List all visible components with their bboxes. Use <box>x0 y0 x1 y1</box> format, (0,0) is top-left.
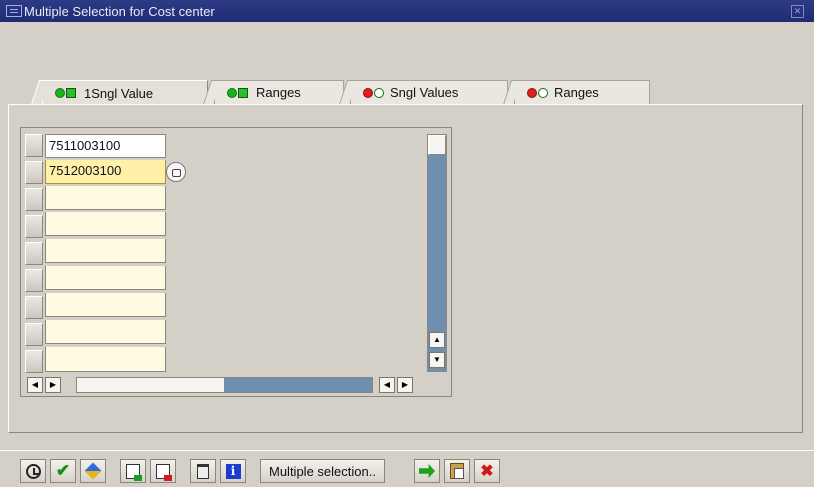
table-cell[interactable] <box>45 347 166 372</box>
delete-all-icon <box>197 463 209 479</box>
tab-exclude-single-values[interactable]: Sngl Values <box>338 80 508 105</box>
row-selector[interactable] <box>25 323 43 346</box>
status-green-icon <box>227 87 237 98</box>
scroll-right-icon[interactable]: ▶ <box>397 377 413 393</box>
delete-all-button[interactable] <box>190 459 216 483</box>
insert-line-icon <box>126 463 142 481</box>
dialog-window: Multiple Selection for Cost center ✕ 1Sn… <box>0 0 814 487</box>
import-icon <box>419 464 435 478</box>
table-cell[interactable] <box>45 293 166 317</box>
cancel-button[interactable]: ✖ <box>474 459 500 483</box>
window-menu-icon[interactable] <box>6 5 22 17</box>
tabstrip: 1Sngl Value Ranges Sngl Values Ranges <box>8 80 803 105</box>
scroll-thumb[interactable] <box>428 135 446 155</box>
row-selector[interactable] <box>25 134 43 157</box>
paste-icon <box>450 463 464 479</box>
insert-line-button[interactable] <box>120 459 146 483</box>
table-cell[interactable] <box>45 266 166 290</box>
paste-button[interactable] <box>444 459 470 483</box>
check-button[interactable]: ✔ <box>50 459 76 483</box>
delete-line-button[interactable] <box>150 459 176 483</box>
scroll-left-icon[interactable]: ◀ <box>379 377 395 393</box>
scroll-down-icon[interactable]: ▼ <box>429 352 445 368</box>
execute-icon <box>25 463 41 479</box>
row-selector[interactable] <box>25 188 43 211</box>
tab-label: Sngl Values <box>390 85 459 100</box>
status-empty-icon <box>538 87 548 98</box>
multiple-selection-button[interactable]: Multiple selection.. <box>260 459 385 483</box>
horizontal-scrollbar[interactable] <box>76 377 373 393</box>
check-icon: ✔ <box>55 461 71 480</box>
status-square-icon <box>66 88 76 98</box>
button-bar: ✔ i Multiple selection.. ✖ <box>0 450 814 487</box>
table-cell[interactable]: 7511003100 <box>45 134 166 158</box>
scroll-thumb[interactable] <box>77 378 224 392</box>
tab-label: Ranges <box>256 85 301 100</box>
tab-ranges[interactable]: Ranges <box>202 80 344 105</box>
row-selector[interactable] <box>25 269 43 292</box>
status-red-icon <box>527 87 537 98</box>
tab-single-values[interactable]: 1Sngl Value <box>30 80 208 105</box>
tab-label: 1Sngl Value <box>84 85 154 101</box>
scroll-right-icon[interactable]: ▶ <box>45 377 61 393</box>
row-selector[interactable] <box>25 161 43 184</box>
help-button[interactable]: i <box>220 459 246 483</box>
help-icon: i <box>225 463 241 479</box>
tab-exclude-ranges[interactable]: Ranges <box>502 80 650 105</box>
copy-button[interactable] <box>80 459 106 483</box>
multiple-selection-icon[interactable] <box>166 162 186 182</box>
table-cell[interactable] <box>45 212 166 236</box>
copy-icon <box>85 463 101 479</box>
row-selector[interactable] <box>25 296 43 319</box>
row-selector[interactable] <box>25 350 43 373</box>
row-selector[interactable] <box>25 215 43 238</box>
window-title: Multiple Selection for Cost center <box>24 3 215 19</box>
status-red-icon <box>363 87 373 98</box>
import-button[interactable] <box>414 459 440 483</box>
cancel-icon: ✖ <box>480 463 494 480</box>
tab-label: Ranges <box>554 85 599 100</box>
execute-button[interactable] <box>20 459 46 483</box>
scroll-left-icon[interactable]: ◀ <box>27 377 43 393</box>
status-empty-icon <box>374 87 384 98</box>
title-bar: Multiple Selection for Cost center ✕ <box>0 0 814 22</box>
table-cell[interactable] <box>45 186 166 210</box>
scroll-up-icon[interactable]: ▲ <box>429 332 445 348</box>
status-green-icon <box>55 88 65 98</box>
status-square-icon <box>238 87 248 98</box>
table-cell[interactable] <box>45 239 166 263</box>
vertical-scrollbar[interactable]: ▲ ▼ <box>427 134 447 372</box>
table-cell[interactable]: 7512003100 <box>45 160 166 184</box>
value-table: 7511003100 7512003100 ▲ ▼ ◀ ▶ ◀ ▶ <box>20 127 452 397</box>
close-icon[interactable]: ✕ <box>791 5 804 18</box>
table-cell[interactable] <box>45 320 166 344</box>
delete-line-icon <box>156 463 172 481</box>
row-selector[interactable] <box>25 242 43 265</box>
